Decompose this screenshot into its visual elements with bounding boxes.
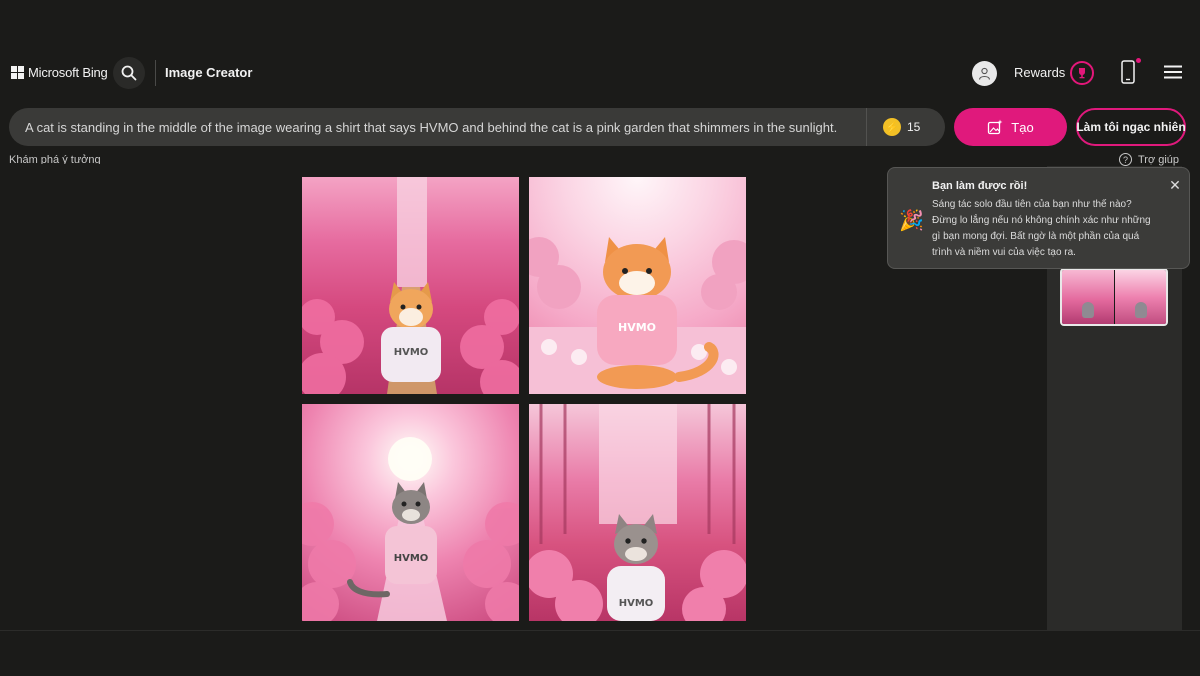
generated-image-4[interactable]: HVMO bbox=[529, 404, 746, 621]
help-link[interactable]: ? Trợ giúp bbox=[1119, 152, 1179, 166]
mobile-app-button[interactable] bbox=[1121, 60, 1135, 89]
help-label: Trợ giúp bbox=[1138, 154, 1180, 166]
hamburger-menu-icon bbox=[1164, 65, 1182, 79]
help-icon: ? bbox=[1119, 153, 1132, 166]
shirt-text: HVMO bbox=[394, 347, 429, 358]
user-icon bbox=[978, 67, 991, 80]
bing-logo[interactable]: Microsoft Bing bbox=[11, 65, 108, 80]
cat-image-art: HVMO bbox=[302, 437, 519, 621]
surprise-me-label: Làm tôi ngạc nhiên bbox=[1076, 120, 1186, 134]
search-icon bbox=[121, 65, 137, 81]
popup-title: Bạn làm được rồi! bbox=[932, 180, 1028, 192]
generated-image-2[interactable]: HVMO bbox=[529, 177, 746, 394]
header-divider bbox=[155, 60, 156, 86]
recent-creation-thumbnail[interactable] bbox=[1060, 268, 1168, 326]
app-title[interactable]: Image Creator bbox=[165, 65, 252, 80]
prompt-text[interactable]: A cat is standing in the middle of the i… bbox=[25, 120, 837, 135]
thumbnail-image bbox=[1114, 270, 1166, 324]
search-button[interactable] bbox=[113, 57, 145, 89]
menu-button[interactable] bbox=[1164, 65, 1182, 84]
shirt-text: HVMO bbox=[394, 553, 429, 564]
prompt-divider bbox=[866, 108, 867, 146]
notification-dot bbox=[1136, 58, 1141, 63]
windows-logo-icon bbox=[11, 66, 24, 79]
trophy-icon bbox=[1079, 68, 1085, 79]
surprise-me-button[interactable]: Làm tôi ngạc nhiên bbox=[1076, 108, 1186, 146]
image-sparkle-icon bbox=[988, 119, 1003, 135]
cat-image-art: HVMO bbox=[529, 237, 746, 394]
shirt-text: HVMO bbox=[619, 598, 654, 609]
boost-count: 15 bbox=[907, 120, 921, 134]
top-header: Microsoft Bing Image Creator Rewards bbox=[0, 52, 1200, 94]
thumbnail-image bbox=[1062, 270, 1115, 324]
rewards-button[interactable] bbox=[1070, 61, 1094, 85]
coin-icon: ⚡ bbox=[883, 118, 901, 136]
popup-body: Sáng tác solo đầu tiên của bạn như thế n… bbox=[932, 199, 1151, 258]
first-creation-popup: 🎉 Bạn làm được rồi! Sáng tác solo đầu ti… bbox=[887, 167, 1190, 269]
shirt-text: HVMO bbox=[618, 321, 656, 334]
confetti-icon: 🎉 bbox=[899, 210, 924, 232]
cat-image-art: HVMO bbox=[529, 404, 746, 621]
page-footer bbox=[0, 630, 1200, 676]
brand-name: Microsoft Bing bbox=[28, 65, 108, 80]
profile-button[interactable] bbox=[972, 61, 997, 86]
phone-icon bbox=[1121, 60, 1135, 84]
create-button[interactable]: Tạo bbox=[954, 108, 1067, 146]
cat-image-art: HVMO bbox=[302, 177, 519, 394]
close-icon[interactable]: ✕ bbox=[1167, 177, 1183, 193]
generated-image-3[interactable]: HVMO bbox=[302, 404, 519, 621]
rewards-label[interactable]: Rewards bbox=[1014, 65, 1065, 80]
prompt-input[interactable]: A cat is standing in the middle of the i… bbox=[9, 108, 945, 146]
explore-ideas-link[interactable]: Khám phá ý tưởng bbox=[9, 152, 101, 164]
generated-image-1[interactable]: HVMO bbox=[302, 177, 519, 394]
create-button-label: Tạo bbox=[1011, 119, 1034, 135]
